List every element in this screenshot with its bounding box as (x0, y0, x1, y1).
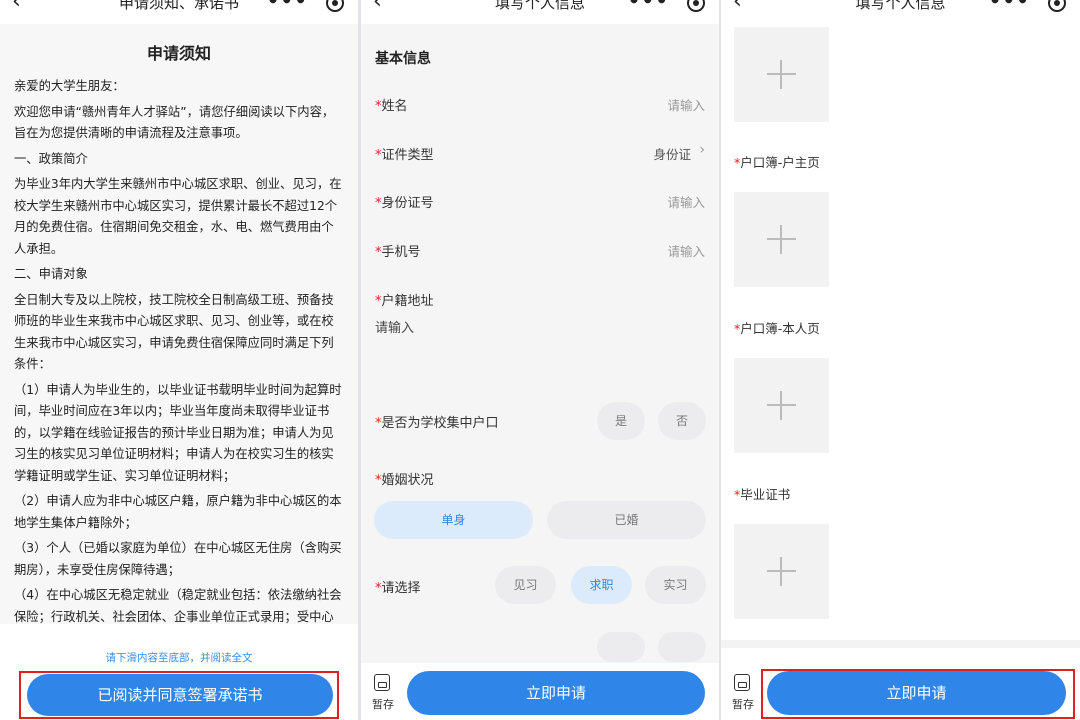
notice-paragraph: （4）在中心城区无稳定就业（稳定就业包括：依法缴纳社会保险；行政机关、社会团体、… (14, 588, 342, 624)
upload-diploma[interactable] (734, 524, 829, 619)
notice-paragraph: 一、政策简介 (14, 151, 88, 166)
notice-title: 申请须知 (146, 44, 211, 63)
purpose-field: *请选择 见习 求职 实习 (361, 566, 719, 614)
notice-panel: ‹ 申请须知、承诺书 ••• 申请须知 亲爱的大学生朋友： 欢迎您申请“赣州青年… (0, 0, 358, 720)
partial-option (658, 632, 706, 662)
field-label: 是否为学校集中户口 (381, 416, 499, 431)
highlight-box (761, 669, 1075, 719)
field-label: 请选择 (381, 581, 421, 596)
address-field[interactable]: *户籍地址 请输入 (361, 284, 719, 384)
scroll-hint: 请下滑内容至底部，并阅读全文 (105, 652, 253, 664)
save-draft-icon[interactable] (734, 674, 750, 691)
notice-paragraph: 为毕业3年内大学生来赣州市中心城区求职、创业、见习，在校大学生来赣州市中心城区实… (14, 177, 342, 256)
personal-info-form-panel: ‹ 填写个人信息 ••• 基本信息 *姓名 请输入 *证件类型 身份证 › *身… (361, 0, 719, 720)
submit-button[interactable]: 立即申请 (407, 671, 705, 715)
more-icon[interactable]: ••• (267, 0, 308, 12)
navbar: ‹ 填写个人信息 ••• (721, 0, 1080, 24)
section-title: 基本信息 (375, 51, 431, 67)
phone-input[interactable]: 请输入 (667, 241, 705, 260)
upload-label: *户口簿-本人页 (734, 321, 820, 336)
more-icon[interactable]: ••• (989, 0, 1030, 12)
id-number-input[interactable]: 请输入 (667, 192, 705, 211)
notice-paragraph: 欢迎您申请“赣州青年人才驿站”，请您仔细阅读以下内容，旨在为您提供清晰的申请流程… (14, 104, 335, 141)
save-draft-label[interactable]: 暂存 (732, 696, 754, 712)
notice-paragraph: （3）个人（已婚以家庭为单位）在中心城区无住房（含购买期房），未享受住房保障待遇… (14, 541, 342, 577)
field-label: 婚姻状况 (381, 473, 434, 488)
option-no[interactable]: 否 (658, 402, 706, 440)
upload-slot[interactable] (734, 27, 829, 122)
option-single[interactable]: 单身 (374, 501, 533, 539)
navbar: ‹ 申请须知、承诺书 ••• (0, 0, 358, 24)
id-number-field[interactable]: *身份证号 请输入 (361, 186, 719, 234)
upload-label: *毕业证书 (734, 487, 791, 502)
option-internship[interactable]: 实习 (645, 566, 706, 604)
option-married[interactable]: 已婚 (547, 501, 706, 539)
id-type-field[interactable]: *证件类型 身份证 › (361, 138, 719, 186)
field-label: 户籍地址 (381, 294, 434, 309)
upload-hukou-self-page[interactable] (734, 358, 829, 453)
upload-panel: ‹ 填写个人信息 ••• *户口簿-户主页 *户口簿-本人页 *毕业证书 暂存 … (721, 0, 1080, 720)
field-label: 证件类型 (381, 148, 434, 163)
more-icon[interactable]: ••• (628, 0, 669, 12)
navbar: ‹ 填写个人信息 ••• (361, 0, 719, 24)
notice-paragraph: 亲爱的大学生朋友： (14, 79, 125, 93)
upload-hukou-head-page[interactable] (734, 192, 829, 287)
notice-paragraph: 二、申请对象 (14, 267, 88, 281)
field-label: 身份证号 (381, 196, 434, 211)
chevron-right-icon: › (699, 142, 705, 158)
save-draft-icon[interactable] (374, 674, 390, 691)
partial-option (597, 632, 645, 662)
name-field[interactable]: *姓名 请输入 (361, 90, 719, 138)
marital-field: *婚姻状况 单身 已婚 (361, 466, 719, 546)
notice-content[interactable]: 申请须知 亲爱的大学生朋友： 欢迎您申请“赣州青年人才驿站”，请您仔细阅读以下内… (0, 24, 358, 624)
divider (721, 640, 1080, 648)
notice-paragraph: 全日制大专及以上院校，技工院校全日制高级工班、预备技师班的毕业生来我市中心城区求… (14, 292, 334, 372)
option-yes[interactable]: 是 (597, 402, 645, 440)
name-input[interactable]: 请输入 (667, 95, 705, 114)
save-draft-label[interactable]: 暂存 (372, 696, 394, 712)
option-job-seeking[interactable]: 求职 (571, 566, 632, 604)
option-internship-trainee[interactable]: 见习 (495, 566, 556, 604)
agree-sign-button[interactable]: 已阅读并同意签署承诺书 (27, 674, 333, 716)
phone-field[interactable]: *手机号 请输入 (361, 234, 719, 282)
notice-paragraph: （1）申请人为毕业生的，以毕业证书载明毕业时间为起算时间，毕业时间应在3年以内；… (14, 382, 342, 483)
id-type-select[interactable]: 身份证 (653, 144, 691, 163)
field-label: 手机号 (381, 245, 421, 260)
notice-paragraph: （2）申请人应为非中心城区户籍，原户籍为非中心城区的本地学生集体户籍除外； (14, 494, 342, 530)
address-textarea[interactable]: 请输入 (375, 317, 414, 336)
school-hukou-field: *是否为学校集中户口 是 否 (361, 402, 719, 450)
field-label: 姓名 (381, 99, 408, 114)
upload-label: *户口簿-户主页 (734, 155, 820, 170)
